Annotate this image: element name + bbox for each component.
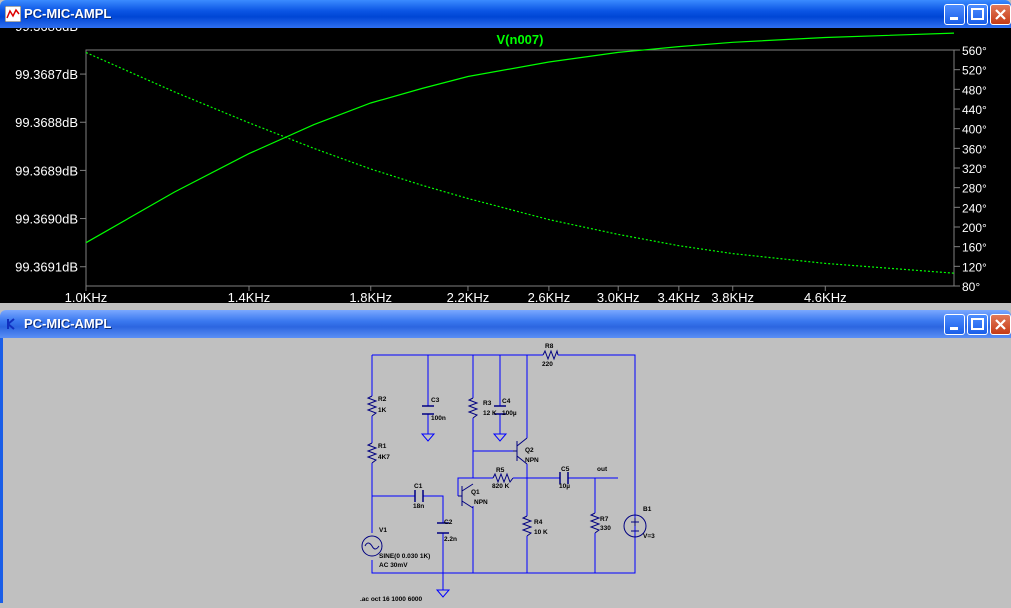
- minimize-icon: [950, 327, 958, 330]
- wires: [371, 354, 636, 574]
- x-tick-label: 3.8KHz: [711, 290, 754, 303]
- c1-label: C1: [414, 483, 423, 490]
- schematic-window: PC-MIC-AMPL R8 220 R2 1K R1 4K7 C3 100n …: [0, 310, 1011, 603]
- c4-label: C4: [502, 398, 511, 405]
- r3-label: R3: [483, 400, 492, 407]
- close-icon: [995, 9, 1006, 20]
- y-left-tick-label: 99.3689dB: [15, 163, 78, 178]
- y-left-tick-label: 99.3691dB: [15, 260, 78, 275]
- r5-value: 820 K: [492, 483, 510, 490]
- y-right-tick-label: 360°: [962, 142, 987, 156]
- r8-value: 220: [542, 361, 553, 368]
- maximize-button[interactable]: [967, 4, 988, 25]
- plot-frame: [85, 49, 955, 287]
- schematic-window-titlebar[interactable]: PC-MIC-AMPL: [0, 310, 1011, 338]
- y-left-tick-label: 99.3687dB: [15, 67, 78, 82]
- r4-label: R4: [534, 519, 543, 526]
- y-right-tick-label: 560°: [962, 44, 987, 58]
- x-tick-label: 2.6KHz: [528, 290, 571, 303]
- x-tick-label: 3.4KHz: [658, 290, 701, 303]
- schematic-canvas[interactable]: R8 220 R2 1K R1 4K7 C3 100n R3 12 K C4 1…: [0, 338, 1011, 603]
- phase-trace: [85, 51, 955, 274]
- close-icon: [995, 319, 1006, 330]
- maximize-icon: [971, 318, 984, 330]
- c3-value: 100n: [431, 415, 446, 422]
- r4-value: 10 K: [534, 529, 548, 536]
- plot-window: PC-MIC-AMPL V(n007) 99.3686dB 99.3687dB 99.…: [0, 0, 1011, 305]
- y-right-tick-label: 400°: [962, 123, 987, 137]
- schematic-minimize-button[interactable]: [944, 314, 965, 335]
- r8-label: R8: [545, 343, 554, 350]
- r3-value: 12 K: [483, 410, 497, 417]
- component-labels: R8 220 R2 1K R1 4K7 C3 100n R3 12 K C4 1…: [360, 343, 655, 603]
- q1-label: Q1: [471, 489, 480, 496]
- y-right-tick-label: 80°: [962, 280, 980, 294]
- maximize-icon: [971, 8, 984, 20]
- r7-value: 330: [600, 525, 611, 532]
- schematic-icon: [7, 318, 15, 330]
- q1-value: NPN: [474, 499, 488, 506]
- v1-ac: AC 30mV: [379, 562, 408, 569]
- q2-value: NPN: [525, 457, 539, 464]
- spice-directive[interactable]: .ac oct 16 1000 6000: [360, 596, 423, 603]
- x-tick-label: 2.2KHz: [447, 290, 490, 303]
- q2-label: Q2: [525, 447, 534, 454]
- c5-label: C5: [561, 466, 570, 473]
- y-right-tick-label: 320°: [962, 162, 987, 176]
- schematic-close-button[interactable]: [990, 314, 1011, 335]
- y-right-tick-label: 120°: [962, 260, 987, 274]
- plot-window-title: PC-MIC-AMPL: [24, 6, 112, 21]
- y-left-tick-label: 99.3686dB: [15, 28, 78, 34]
- magnitude-trace: [85, 32, 955, 244]
- y-right-tick-label: 440°: [962, 103, 987, 117]
- y-right-tick-label: 160°: [962, 241, 987, 255]
- minimize-icon: [950, 17, 958, 20]
- schematic-maximize-button[interactable]: [967, 314, 988, 335]
- plot-window-titlebar[interactable]: PC-MIC-AMPL: [0, 0, 1011, 28]
- c4-value: 100µ: [502, 410, 517, 417]
- r2-label: R2: [378, 396, 387, 403]
- y-left-tick-label: 99.3690dB: [15, 212, 78, 227]
- y-right-tick-label: 520°: [962, 64, 987, 78]
- y-right-tick-label: 240°: [962, 201, 987, 215]
- bode-plot[interactable]: V(n007) 99.3686dB 99.3687dB 99.3688dB 99.368…: [0, 19, 1011, 305]
- r1-label: R1: [378, 443, 387, 450]
- x-tick-label: 4.6KHz: [804, 290, 847, 303]
- x-tick-label: 1.8KHz: [349, 290, 392, 303]
- v1-sine: SINE(0 0.030 1K): [379, 553, 430, 560]
- x-tick-label: 1.0KHz: [65, 290, 108, 303]
- r5-label: R5: [496, 467, 505, 474]
- v1-label: V1: [379, 527, 387, 534]
- schematic-drawing[interactable]: R8 220 R2 1K R1 4K7 C3 100n R3 12 K C4 1…: [3, 338, 1011, 603]
- b1-label: B1: [643, 506, 652, 513]
- y-left-tick-label: 99.3688dB: [15, 115, 78, 130]
- minimize-button[interactable]: [944, 4, 965, 25]
- plot-area[interactable]: V(n007) 99.3686dB 99.3687dB 99.3688dB 99.368…: [0, 19, 1011, 305]
- transistors: [458, 437, 528, 509]
- waveform-icon: [5, 6, 21, 22]
- c5-value: 10µ: [559, 483, 570, 490]
- c3-label: C3: [431, 397, 440, 404]
- y-right-tick-label: 200°: [962, 221, 987, 235]
- x-tick-label: 1.4KHz: [228, 290, 271, 303]
- schematic-window-title: PC-MIC-AMPL: [24, 316, 112, 331]
- close-button[interactable]: [990, 4, 1011, 25]
- c2-value: 2.2n: [444, 536, 457, 543]
- y-right-tick-label: 480°: [962, 83, 987, 97]
- r7-label: R7: [600, 516, 609, 523]
- x-tick-label: 3.0KHz: [597, 290, 640, 303]
- c2-label: C2: [444, 519, 453, 526]
- b1-value: V=3: [643, 533, 655, 540]
- c1-value: 18n: [413, 503, 424, 510]
- r2-value: 1K: [378, 407, 387, 414]
- y-right-tick-label: 280°: [962, 182, 987, 196]
- r1-value: 4K7: [378, 454, 390, 461]
- trace-title: V(n007): [497, 32, 544, 47]
- resistors: [366, 349, 601, 537]
- capacitors: [414, 405, 569, 534]
- out-label: out: [597, 466, 608, 473]
